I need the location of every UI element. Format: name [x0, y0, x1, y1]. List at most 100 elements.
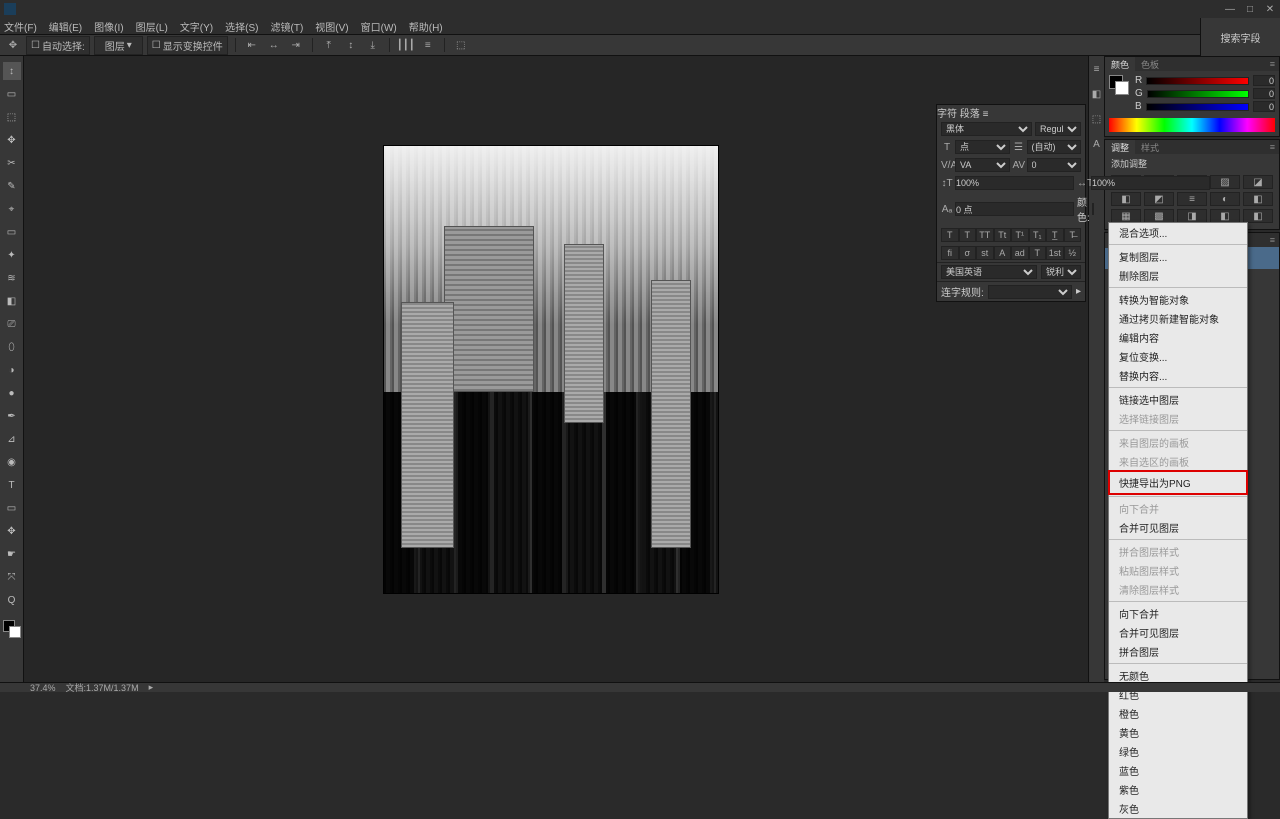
tool-button[interactable]: ⎚	[3, 315, 21, 333]
distribute-v-icon[interactable]: ≡	[419, 36, 437, 54]
adjustment-preset-icon[interactable]: ≡	[1177, 192, 1207, 206]
tool-button[interactable]: T	[3, 476, 21, 494]
tool-button[interactable]: ⬯	[3, 338, 21, 356]
adjustment-preset-icon[interactable]: ◧	[1243, 209, 1273, 223]
ot-fi[interactable]: fi	[941, 246, 959, 260]
superscript-button[interactable]: T¹	[1011, 228, 1029, 242]
context-menu-item[interactable]: 合并可见图层	[1109, 518, 1247, 537]
scale-h-input[interactable]	[1091, 176, 1210, 190]
allcaps-button[interactable]: TT	[976, 228, 994, 242]
context-menu-item[interactable]: 通过拷贝新建智能对象	[1109, 309, 1247, 328]
tool-button[interactable]: ◑	[3, 361, 21, 379]
ot-A[interactable]: A	[994, 246, 1012, 260]
r-slider[interactable]	[1146, 77, 1249, 85]
align-left-icon[interactable]: ⇤	[243, 36, 261, 54]
tool-button[interactable]: ✥	[3, 131, 21, 149]
context-menu-item[interactable]: 删除图层	[1109, 266, 1247, 285]
tab-color[interactable]: 颜色	[1105, 57, 1135, 72]
document-canvas[interactable]	[384, 146, 718, 593]
tool-button[interactable]: ✒	[3, 407, 21, 425]
context-menu-item[interactable]: 复制图层...	[1109, 247, 1247, 266]
menu-item[interactable]: 编辑(E)	[49, 19, 82, 34]
adjustment-preset-icon[interactable]: ◪	[1243, 175, 1273, 189]
three-d-mode-icon[interactable]: ⬚	[452, 36, 470, 54]
panel-menu-icon[interactable]: ≡	[1264, 58, 1279, 70]
color-picker-swatches[interactable]	[3, 620, 21, 638]
adjustment-preset-icon[interactable]: ◨	[1177, 209, 1207, 223]
tool-button[interactable]: ◉	[3, 453, 21, 471]
context-menu-item[interactable]: 向下合并	[1109, 604, 1247, 623]
adjustment-preset-icon[interactable]: ◧	[1111, 192, 1141, 206]
adjustment-preset-icon[interactable]: ◐	[1210, 192, 1240, 206]
scale-v-input[interactable]	[955, 176, 1074, 190]
tool-button[interactable]: ✂	[3, 154, 21, 172]
context-menu-item[interactable]: 紫色	[1109, 780, 1247, 799]
menu-item[interactable]: 文字(Y)	[180, 19, 213, 34]
ot-T[interactable]: T	[1029, 246, 1047, 260]
adjustment-preset-icon[interactable]: ▩	[1144, 209, 1174, 223]
menu-item[interactable]: 帮助(H)	[409, 19, 443, 34]
context-menu-item[interactable]: 编辑内容	[1109, 328, 1247, 347]
tool-button[interactable]: ↕	[3, 62, 21, 80]
font-style-dropdown[interactable]: Regular	[1035, 122, 1081, 136]
kerning-dropdown[interactable]: VA	[955, 158, 1010, 172]
tool-button[interactable]: ▭	[3, 223, 21, 241]
bold-button[interactable]: T	[941, 228, 959, 242]
canvas-area[interactable]	[24, 56, 1088, 682]
context-menu-item[interactable]: 转换为智能对象	[1109, 290, 1247, 309]
menu-item[interactable]: 窗口(W)	[361, 19, 397, 34]
antialias-dropdown[interactable]: 锐利	[1041, 265, 1081, 279]
tool-button[interactable]: Q	[3, 591, 21, 609]
collapsed-panel-icon[interactable]: ⬚	[1092, 114, 1101, 125]
show-transform-checkbox[interactable]: ☐ 显示变换控件	[147, 36, 228, 55]
minimize-button[interactable]: ―	[1220, 2, 1240, 16]
subscript-button[interactable]: T₁	[1029, 228, 1047, 242]
ot-ad[interactable]: ad	[1011, 246, 1029, 260]
context-menu-item[interactable]: 合并可见图层	[1109, 623, 1247, 642]
panel-menu-icon[interactable]: ≡	[1264, 234, 1279, 246]
b-input[interactable]	[1253, 101, 1275, 112]
tool-button[interactable]: ✎	[3, 177, 21, 195]
tool-button[interactable]: ●	[3, 384, 21, 402]
ot-st[interactable]: st	[976, 246, 994, 260]
tool-button[interactable]: ◧	[3, 292, 21, 310]
font-size-dropdown[interactable]: 点	[955, 140, 1010, 154]
ot-1st[interactable]: 1st	[1046, 246, 1064, 260]
tab-character[interactable]: 字符	[937, 109, 957, 120]
adjustment-preset-icon[interactable]: ▦	[1111, 209, 1141, 223]
tool-button[interactable]: ⌖	[3, 200, 21, 218]
tool-button[interactable]: ▭	[3, 499, 21, 517]
tool-button[interactable]: ✥	[3, 522, 21, 540]
g-input[interactable]	[1253, 88, 1275, 99]
context-menu-item[interactable]: 拼合图层	[1109, 642, 1247, 661]
italic-button[interactable]: T	[959, 228, 977, 242]
r-input[interactable]	[1253, 75, 1275, 86]
tab-adjustments[interactable]: 调整	[1105, 140, 1135, 155]
leading-dropdown[interactable]: (自动)	[1027, 140, 1082, 154]
context-menu-item[interactable]: 混合选项...	[1109, 223, 1247, 242]
adjustment-preset-icon[interactable]: ◩	[1144, 192, 1174, 206]
color-swatch-pair[interactable]	[1109, 75, 1129, 95]
search-field[interactable]: 搜索字段	[1200, 18, 1280, 56]
ot-sigma[interactable]: σ	[959, 246, 977, 260]
menu-item[interactable]: 文件(F)	[4, 19, 37, 34]
status-arrow-icon[interactable]: ▸	[149, 682, 154, 693]
distribute-h-icon[interactable]: ┃┃┃	[397, 36, 415, 54]
align-center-h-icon[interactable]: ↔	[265, 36, 283, 54]
collapsed-panel-icon[interactable]: ◧	[1092, 89, 1101, 100]
g-slider[interactable]	[1147, 90, 1249, 98]
align-bottom-icon[interactable]: ⤓	[364, 36, 382, 54]
align-top-icon[interactable]: ⤒	[320, 36, 338, 54]
auto-select-checkbox[interactable]: ☐ 自动选择:	[26, 36, 90, 55]
panel-menu-icon[interactable]: ≡	[983, 109, 989, 120]
ligature-dropdown[interactable]	[988, 285, 1072, 299]
menu-item[interactable]: 图像(I)	[94, 19, 123, 34]
menu-item[interactable]: 图层(L)	[136, 19, 168, 34]
maximize-button[interactable]: □	[1240, 2, 1260, 16]
tab-paragraph[interactable]: 段落	[960, 109, 980, 120]
menu-item[interactable]: 滤镜(T)	[271, 19, 304, 34]
tab-swatches[interactable]: 色板	[1135, 57, 1165, 72]
context-menu-item[interactable]: 黄色	[1109, 723, 1247, 742]
ot-half[interactable]: ½	[1064, 246, 1082, 260]
color-spectrum[interactable]	[1109, 118, 1275, 132]
